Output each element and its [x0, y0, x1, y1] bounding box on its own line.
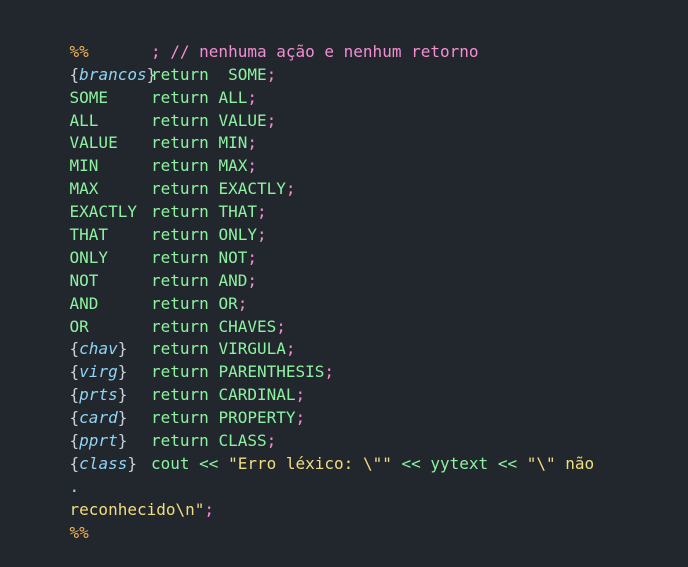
semicolon: ;	[266, 431, 277, 451]
semicolon: ;	[237, 293, 248, 313]
cout-statement: cout <<	[151, 453, 219, 473]
semicolon: ;	[266, 110, 277, 130]
return-keyword: return	[151, 202, 209, 222]
token-name: VALUE	[218, 110, 267, 130]
code-line: {virg} return VIRGULA;	[31, 338, 688, 381]
code-line: {prts} return PARENTHESIS;	[31, 361, 688, 404]
semicolon: ;	[247, 133, 257, 153]
return-keyword: return	[151, 270, 209, 290]
return-keyword: return	[151, 339, 209, 359]
semicolon: ;	[247, 247, 257, 267]
code-line: SOME return SOME;	[31, 64, 688, 107]
semicolon: ;	[256, 225, 267, 245]
semicolon: ;	[247, 87, 257, 107]
code-line: ALL return ALL;	[31, 87, 688, 130]
return-keyword: return	[151, 431, 209, 451]
token-name: MAX	[218, 156, 248, 176]
section-delimiter-close: %%	[69, 522, 89, 542]
semicolon: ;	[247, 156, 257, 176]
code-line: {card} return CARDINAL;	[31, 384, 688, 427]
token-name: AND	[218, 270, 248, 290]
semicolon: ;	[285, 179, 296, 199]
token-name: NOT	[218, 247, 248, 267]
return-keyword: return	[151, 110, 209, 130]
code-comment: ; // nenhuma ação e nenhum retorno	[151, 41, 479, 61]
semicolon: ;	[295, 408, 306, 428]
token-name: CLASS	[218, 431, 267, 451]
code-line: {brancos} ; // nenhuma ação e nenhum ret…	[31, 41, 688, 84]
code-line: . cout << "Erro léxico: \"" << yytext <<…	[31, 453, 688, 496]
code-line: %%	[31, 499, 688, 542]
code-line: {class} return CLASS;	[31, 430, 688, 473]
code-line: ONLY return ONLY;	[31, 224, 688, 267]
return-keyword: return	[151, 225, 209, 245]
operator-expression: << yytext <<	[401, 453, 518, 473]
return-keyword: return	[151, 316, 209, 336]
return-keyword: return	[151, 247, 209, 267]
semicolon: ;	[266, 64, 277, 84]
semicolon: ;	[247, 270, 257, 290]
code-line: THAT return THAT;	[31, 201, 688, 244]
string-literal: "Erro léxico: \""	[228, 453, 392, 473]
token-name: VIRGULA	[218, 339, 286, 359]
return-keyword: return	[151, 156, 209, 176]
code-line: reconhecido\n";	[31, 476, 688, 519]
token-name: EXACTLY	[218, 179, 286, 199]
code-line: VALUE return VALUE;	[31, 110, 688, 153]
return-keyword: return	[151, 385, 209, 405]
semicolon: ;	[256, 202, 267, 222]
return-keyword: return	[151, 87, 209, 107]
return-keyword: return	[151, 293, 209, 313]
code-line: MIN return MIN;	[31, 132, 688, 175]
semicolon: ;	[324, 362, 335, 382]
token-name: OR	[218, 293, 238, 313]
token-name: THAT	[218, 202, 257, 222]
code-line: EXACTLY return EXACTLY;	[31, 178, 688, 221]
code-line: NOT return NOT;	[31, 247, 688, 290]
semicolon: ;	[295, 385, 306, 405]
token-name: SOME	[218, 64, 267, 84]
token-name: ALL	[218, 87, 248, 107]
code-line: {pprt} return PROPERTY;	[31, 407, 688, 450]
semicolon: ;	[276, 316, 286, 336]
code-line: {chav} return CHAVES;	[31, 316, 688, 359]
token-name: PROPERTY	[218, 408, 296, 428]
code-line: OR return OR;	[31, 293, 688, 336]
token-name: ONLY	[218, 225, 257, 245]
semicolon: ;	[285, 339, 296, 359]
return-keyword: return	[151, 362, 209, 382]
return-keyword: return	[151, 179, 209, 199]
return-keyword: return	[151, 133, 209, 153]
string-literal: "\" não	[526, 453, 595, 473]
token-name: CHAVES	[218, 316, 277, 336]
token-name: MIN	[218, 133, 248, 153]
token-name: PARENTHESIS	[218, 362, 325, 382]
return-keyword: return	[151, 64, 209, 84]
code-editor[interactable]: %% {brancos} ; // nenhuma ação e nenhum …	[0, 0, 688, 542]
code-line: MAX return MAX;	[31, 155, 688, 198]
code-line: %%	[31, 18, 688, 61]
return-keyword: return	[151, 408, 209, 428]
code-line: AND return AND;	[31, 270, 688, 313]
token-name: CARDINAL	[218, 385, 296, 405]
